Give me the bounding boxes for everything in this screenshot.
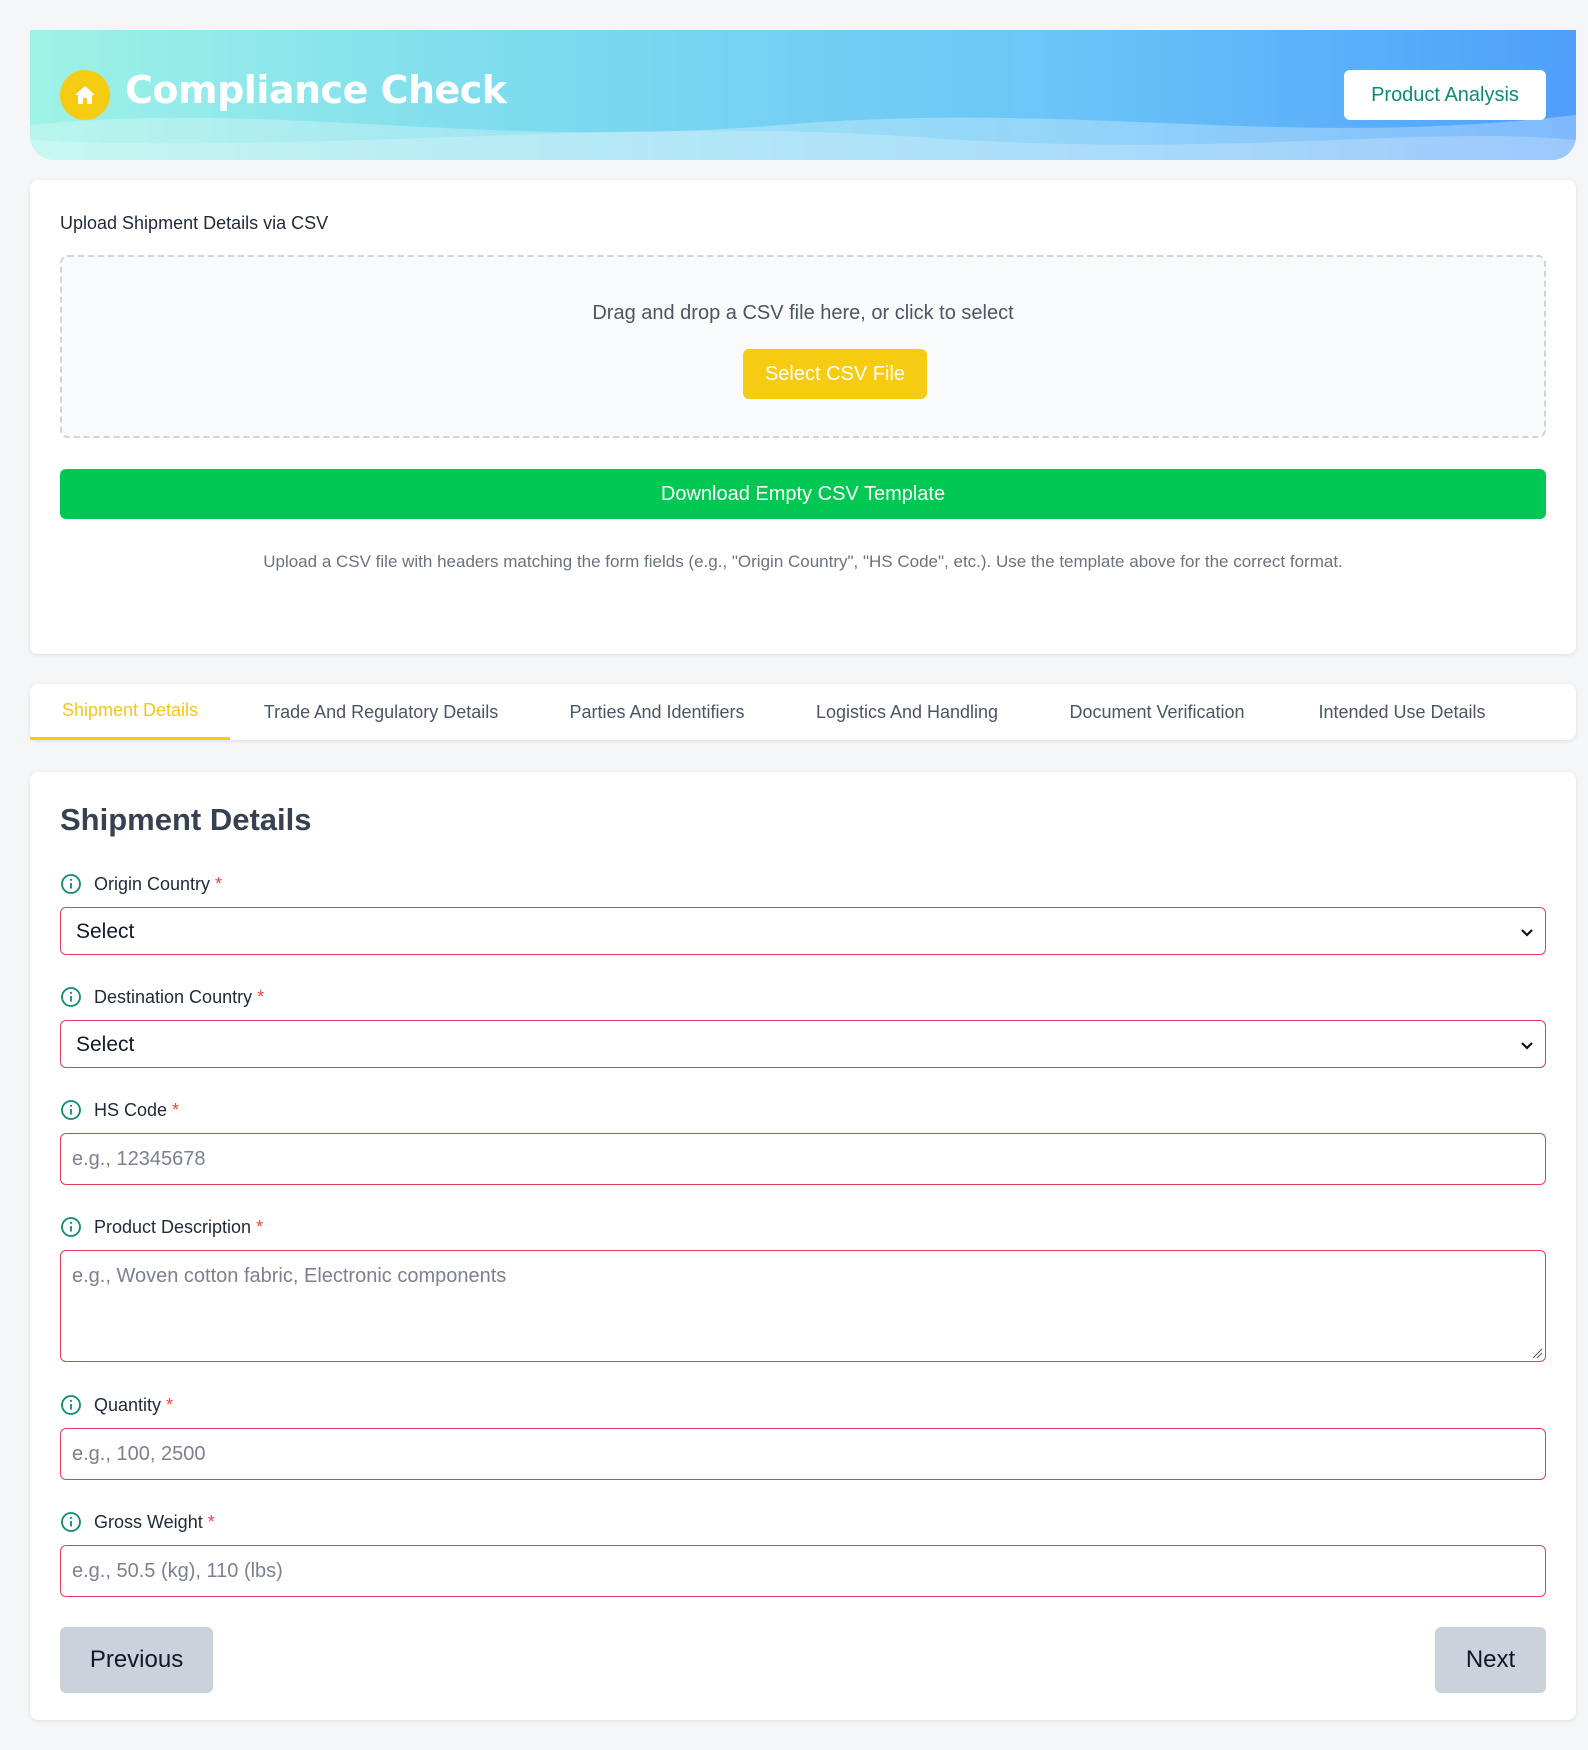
input-placeholder: e.g., 100, 2500 — [72, 1443, 206, 1465]
field-label-text: Origin Country — [94, 873, 211, 894]
tab-logistics-and-handling[interactable]: Logistics And Handling — [782, 684, 1032, 740]
input-placeholder: e.g., 50.5 (kg), 110 (lbs) — [72, 1560, 283, 1582]
field-label-text: Destination Country — [94, 986, 253, 1007]
field-label-text: Product Description — [94, 1216, 252, 1237]
input-placeholder: e.g., 12345678 — [72, 1148, 206, 1170]
home-icon — [75, 86, 95, 104]
input-placeholder: e.g., Woven cotton fabric, Electronic co… — [72, 1265, 507, 1287]
field-label-text: Quantity — [94, 1394, 162, 1415]
previous-button[interactable]: Previous — [60, 1627, 213, 1693]
required-asterisk: * — [256, 1216, 264, 1237]
required-asterisk: * — [257, 986, 265, 1007]
next-button[interactable]: Next — [1435, 1627, 1546, 1693]
shipment-details-form: Shipment Details Origin Country * Select … — [30, 772, 1576, 1720]
hs-code-label: HS Code * — [60, 1098, 179, 1122]
field-label-text: HS Code — [94, 1099, 168, 1120]
quantity-label: Quantity * — [60, 1393, 173, 1417]
section-tabs: Shipment Details Trade And Regulatory De… — [30, 684, 1576, 740]
tab-shipment-details[interactable]: Shipment Details — [30, 684, 230, 740]
tab-intended-use-details[interactable]: Intended Use Details — [1282, 684, 1522, 740]
info-icon[interactable] — [60, 986, 82, 1008]
required-asterisk: * — [166, 1394, 174, 1415]
info-icon[interactable] — [60, 1099, 82, 1121]
hs-code-input[interactable]: e.g., 12345678 — [60, 1133, 1546, 1185]
info-icon[interactable] — [60, 873, 82, 895]
product-analysis-button[interactable]: Product Analysis — [1344, 70, 1546, 120]
required-asterisk: * — [207, 1511, 215, 1532]
dropzone-instructions: Drag and drop a CSV file here, or click … — [592, 302, 1014, 324]
select-value: Select — [76, 920, 135, 943]
gross-weight-input[interactable]: e.g., 50.5 (kg), 110 (lbs) — [60, 1545, 1546, 1597]
upload-help-text: Upload a CSV file with headers matching … — [263, 552, 1343, 571]
select-csv-button[interactable]: Select CSV File — [743, 349, 927, 399]
resize-handle-icon[interactable] — [1531, 1347, 1543, 1359]
tab-document-verification[interactable]: Document Verification — [1032, 684, 1282, 740]
chevron-down-icon — [1521, 929, 1533, 937]
csv-upload-card: Upload Shipment Details via CSV Drag and… — [30, 180, 1576, 654]
product-description-label: Product Description * — [60, 1215, 263, 1239]
tab-trade-and-regulatory-details[interactable]: Trade And Regulatory Details — [230, 684, 532, 740]
required-asterisk: * — [172, 1099, 180, 1120]
csv-dropzone[interactable]: Drag and drop a CSV file here, or click … — [60, 255, 1546, 438]
home-button[interactable] — [60, 70, 110, 120]
form-title: Shipment Details — [60, 802, 312, 837]
product-description-textarea[interactable]: e.g., Woven cotton fabric, Electronic co… — [60, 1250, 1546, 1362]
info-icon[interactable] — [60, 1216, 82, 1238]
info-icon[interactable] — [60, 1511, 82, 1533]
info-icon[interactable] — [60, 1394, 82, 1416]
select-value: Select — [76, 1033, 135, 1056]
chevron-down-icon — [1521, 1042, 1533, 1050]
download-template-button[interactable]: Download Empty CSV Template — [60, 469, 1546, 519]
upload-section-label: Upload Shipment Details via CSV — [60, 213, 329, 233]
field-label-text: Gross Weight — [94, 1511, 203, 1532]
required-asterisk: * — [215, 873, 223, 894]
destination-country-label: Destination Country * — [60, 985, 264, 1009]
header-banner: Compliance Check Product Analysis — [30, 30, 1576, 160]
quantity-input[interactable]: e.g., 100, 2500 — [60, 1428, 1546, 1480]
origin-country-label: Origin Country * — [60, 872, 222, 896]
page-title: Compliance Check — [125, 68, 507, 112]
tab-parties-and-identifiers[interactable]: Parties And Identifiers — [532, 684, 782, 740]
destination-country-select[interactable]: Select — [60, 1020, 1546, 1068]
gross-weight-label: Gross Weight * — [60, 1510, 215, 1534]
origin-country-select[interactable]: Select — [60, 907, 1546, 955]
